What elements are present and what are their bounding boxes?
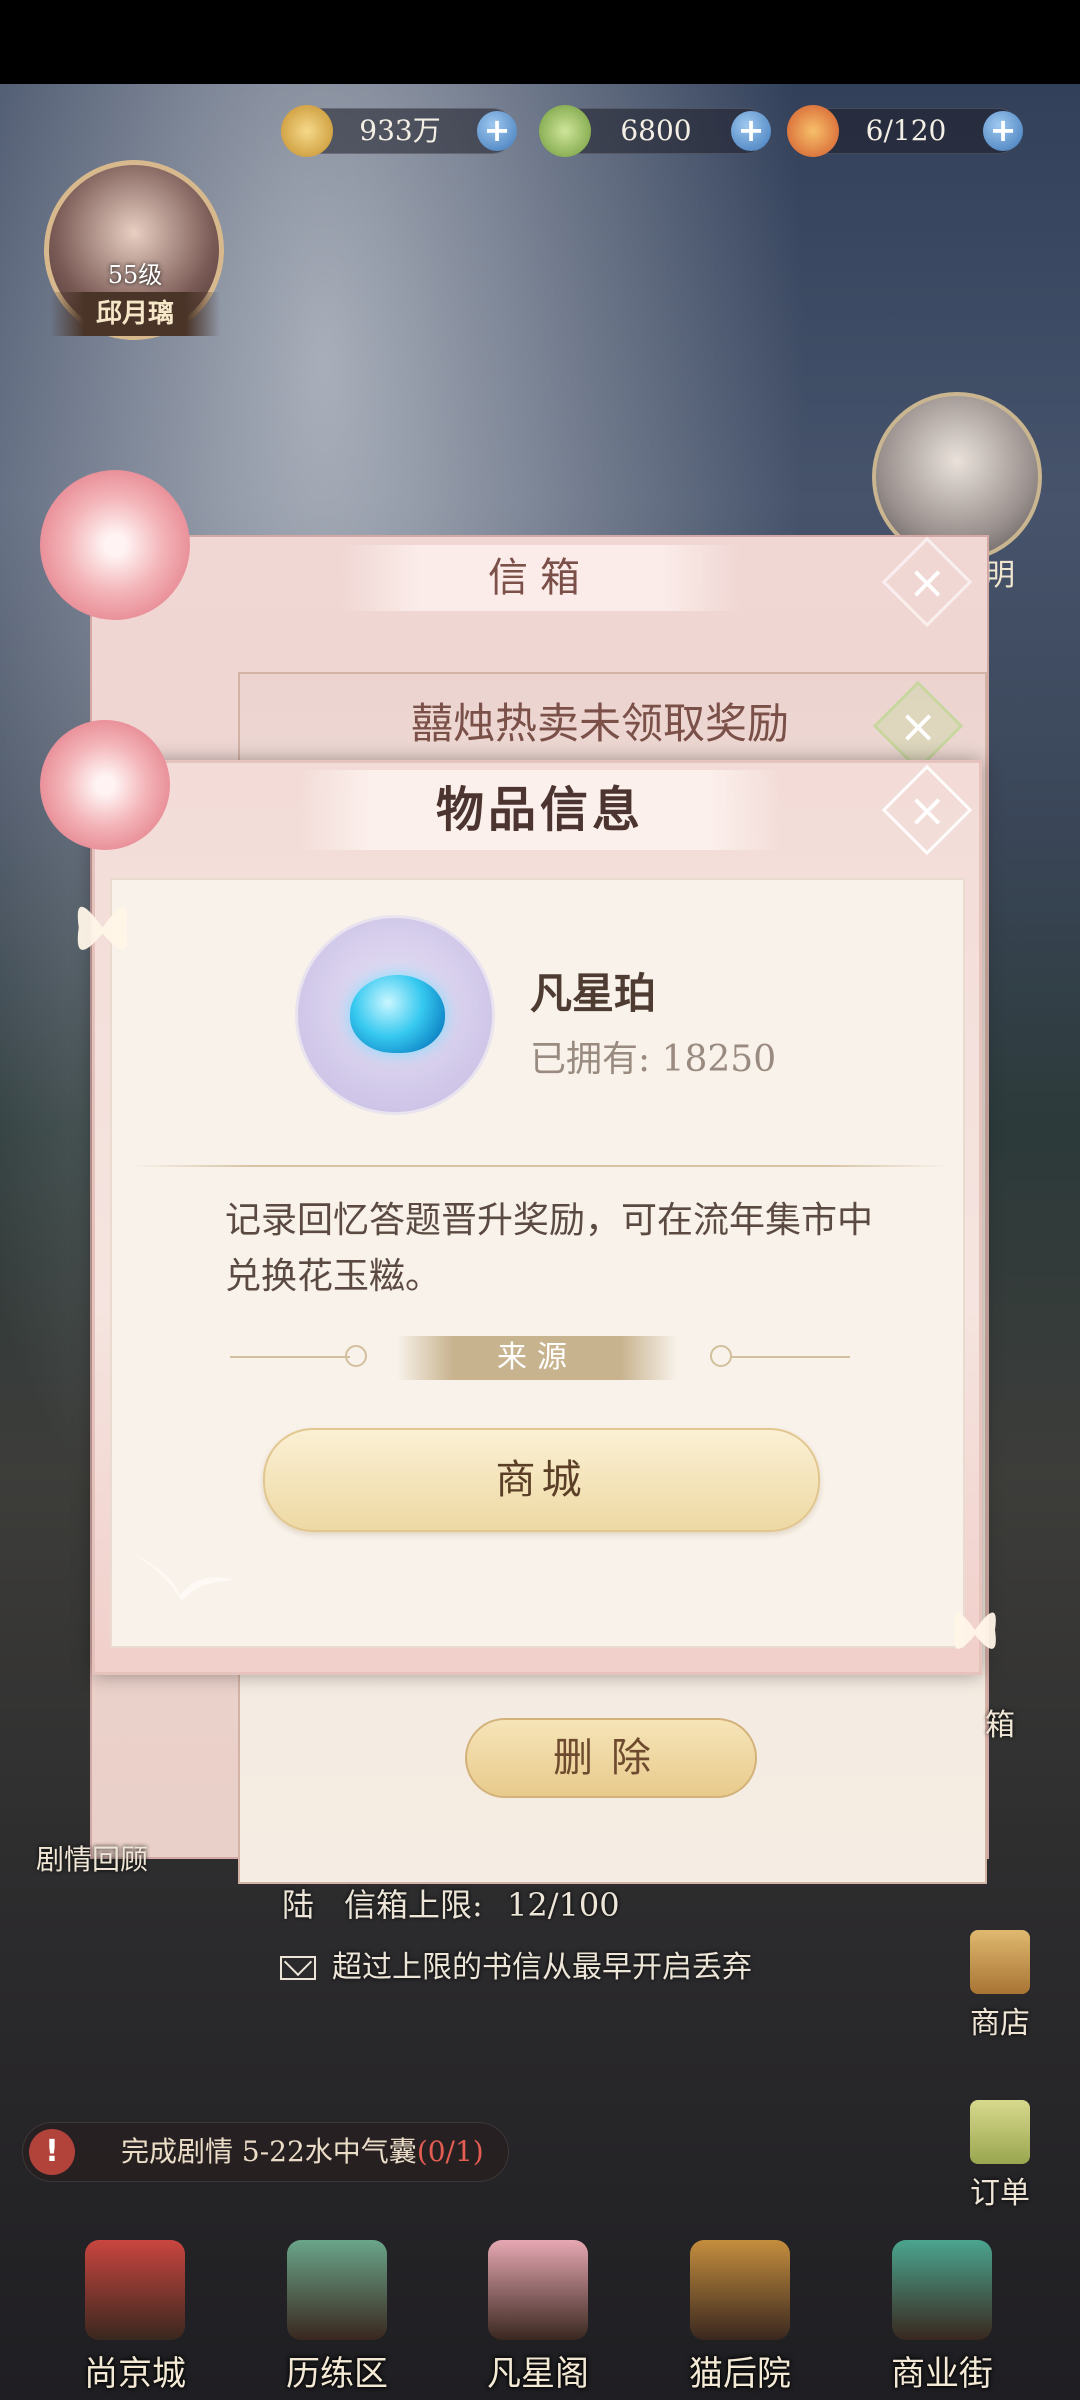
nav-label: 历练区 bbox=[286, 2354, 388, 2394]
order-entry-label: 订单 bbox=[970, 2176, 1030, 2211]
story-review-label: 剧情回顾 bbox=[36, 1843, 149, 1876]
nav-item-commerce[interactable]: 商业街 bbox=[852, 2240, 1032, 2400]
mail-tip-text: 超过上限的书信从最早开启丢弃 bbox=[332, 1950, 752, 1985]
peach-stamina-icon bbox=[787, 105, 839, 157]
blossom-ornament bbox=[40, 470, 190, 620]
cat-basket-icon bbox=[690, 2240, 790, 2340]
palace-icon bbox=[85, 2240, 185, 2340]
player-level: 55级 bbox=[107, 261, 163, 289]
knot-ornament-icon bbox=[345, 1345, 367, 1367]
mountain-icon bbox=[287, 2240, 387, 2340]
alert-icon: ! bbox=[29, 2129, 75, 2175]
task-description: 完成剧情 5-22水中气囊 bbox=[121, 2135, 417, 2168]
close-icon: × bbox=[907, 782, 947, 837]
crane-ornament-icon bbox=[125, 1550, 235, 1602]
reward-mail-title: 囍烛热卖未领取奖励 bbox=[410, 699, 789, 748]
mailbox-title: 信箱 bbox=[340, 545, 740, 611]
divider bbox=[230, 1356, 350, 1358]
item-name: 凡星珀 bbox=[530, 969, 657, 1018]
item-owned-count: 已拥有: 18250 bbox=[530, 1039, 777, 1080]
jade-value: 6800 bbox=[620, 114, 692, 147]
knot-ornament-icon bbox=[710, 1345, 732, 1367]
add-coins-button[interactable]: + bbox=[477, 111, 517, 151]
task-bar[interactable]: ! 完成剧情 5-22水中气囊(0/1) bbox=[22, 2122, 509, 2182]
mail-tip: 超过上限的书信从最早开启丢弃 bbox=[280, 1942, 752, 1986]
source-shop-button[interactable]: 商城 bbox=[263, 1428, 820, 1532]
nav-label: 猫后院 bbox=[689, 2354, 791, 2394]
leaf-gem-icon bbox=[539, 105, 591, 157]
right-entry-box[interactable]: 箱 bbox=[955, 1700, 1045, 1744]
npc-name: 明 bbox=[985, 558, 1015, 593]
stamina-counter: 6/120 + bbox=[787, 105, 1023, 157]
coins-counter: 933万 + bbox=[281, 105, 517, 157]
delete-button[interactable]: 删除 bbox=[465, 1718, 757, 1798]
nav-label: 凡星阁 bbox=[487, 2354, 589, 2394]
blossom-ornament bbox=[40, 720, 170, 850]
close-icon: × bbox=[907, 554, 947, 609]
player-name: 邱月璃 bbox=[50, 292, 220, 336]
nav-item-cat-yard[interactable]: 猫后院 bbox=[650, 2240, 830, 2400]
stamina-value: 6/120 bbox=[865, 114, 947, 147]
mail-limit-label: 信箱上限: bbox=[344, 1886, 483, 1924]
envelope-icon bbox=[280, 1956, 316, 1980]
nav-label: 商业街 bbox=[891, 2354, 993, 2394]
blue-gem-icon bbox=[350, 975, 445, 1053]
item-description: 记录回忆答题晋升奖励，可在流年集市中兑换花玉糍。 bbox=[225, 1200, 874, 1297]
nav-item-shangjing[interactable]: 尚京城 bbox=[45, 2240, 225, 2400]
source-label: 来源 bbox=[397, 1336, 677, 1380]
mail-limit: 陆信箱上限: 12/100 bbox=[282, 1880, 620, 1926]
story-review-button[interactable]: 剧情回顾 bbox=[36, 1838, 148, 1878]
mail-limit-prefix: 陆 bbox=[282, 1886, 315, 1924]
add-jade-button[interactable]: + bbox=[731, 111, 771, 151]
order-entry[interactable]: 订单 bbox=[955, 2100, 1045, 2212]
shop-icon bbox=[970, 1930, 1030, 1994]
gate-icon bbox=[892, 2240, 992, 2340]
item-info-title: 物品信息 bbox=[300, 770, 780, 850]
coins-value: 933万 bbox=[359, 114, 441, 147]
butterfly-ornament-icon bbox=[77, 906, 128, 950]
nav-item-star-pavilion[interactable]: 凡星阁 bbox=[448, 2240, 628, 2400]
shop-entry[interactable]: 商店 bbox=[955, 1930, 1045, 2042]
right-entry-box-label: 箱 bbox=[985, 1708, 1015, 1743]
paw-coin-icon bbox=[281, 105, 333, 157]
task-progress: (0/1) bbox=[416, 2135, 484, 2168]
order-icon bbox=[970, 2100, 1030, 2164]
blossom-tree-icon bbox=[488, 2240, 588, 2340]
mail-limit-value: 12/100 bbox=[506, 1886, 620, 1924]
shop-entry-label: 商店 bbox=[970, 2006, 1030, 2041]
close-icon: × bbox=[898, 698, 938, 753]
butterfly-ornament-icon bbox=[954, 1612, 996, 1649]
nav-label: 尚京城 bbox=[84, 2354, 186, 2394]
divider bbox=[130, 1165, 950, 1167]
nav-item-training[interactable]: 历练区 bbox=[247, 2240, 427, 2400]
jade-counter: 6800 + bbox=[539, 105, 771, 157]
task-text: 完成剧情 5-22水中气囊(0/1) bbox=[121, 2123, 484, 2181]
add-stamina-button[interactable]: + bbox=[983, 111, 1023, 151]
divider bbox=[730, 1356, 850, 1358]
